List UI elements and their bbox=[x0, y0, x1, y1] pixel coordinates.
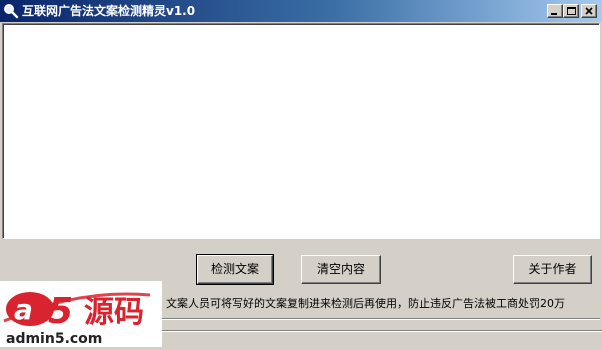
detect-copy-button[interactable]: 检测文案 bbox=[196, 254, 274, 285]
copy-text-input[interactable] bbox=[5, 26, 599, 238]
magnifier-icon bbox=[3, 3, 19, 19]
maximize-icon bbox=[567, 7, 576, 15]
title-bar[interactable]: 互联网广告法文案检测精灵v1.0 bbox=[0, 0, 602, 22]
minimize-button[interactable] bbox=[547, 4, 563, 18]
svg-text:5: 5 bbox=[48, 291, 73, 332]
usage-notice: 文案人员可将写好的文案复制进来检测后再使用，防止违反广告法被工商处罚20万 bbox=[166, 297, 565, 310]
close-button[interactable] bbox=[581, 4, 597, 18]
svg-text:a: a bbox=[14, 293, 33, 326]
about-author-button[interactable]: 关于作者 bbox=[513, 255, 592, 284]
text-input-area[interactable] bbox=[2, 23, 600, 239]
clear-content-button[interactable]: 清空内容 bbox=[301, 255, 381, 284]
site-watermark-logo: a 5 源码 admin5.com bbox=[0, 281, 162, 347]
close-icon bbox=[585, 7, 593, 15]
window-title: 互联网广告法文案检测精灵v1.0 bbox=[22, 4, 196, 18]
minimize-icon bbox=[551, 13, 557, 15]
watermark-site-text: admin5.com bbox=[6, 331, 102, 347]
maximize-button[interactable] bbox=[563, 4, 579, 18]
svg-text:源码: 源码 bbox=[84, 295, 144, 330]
